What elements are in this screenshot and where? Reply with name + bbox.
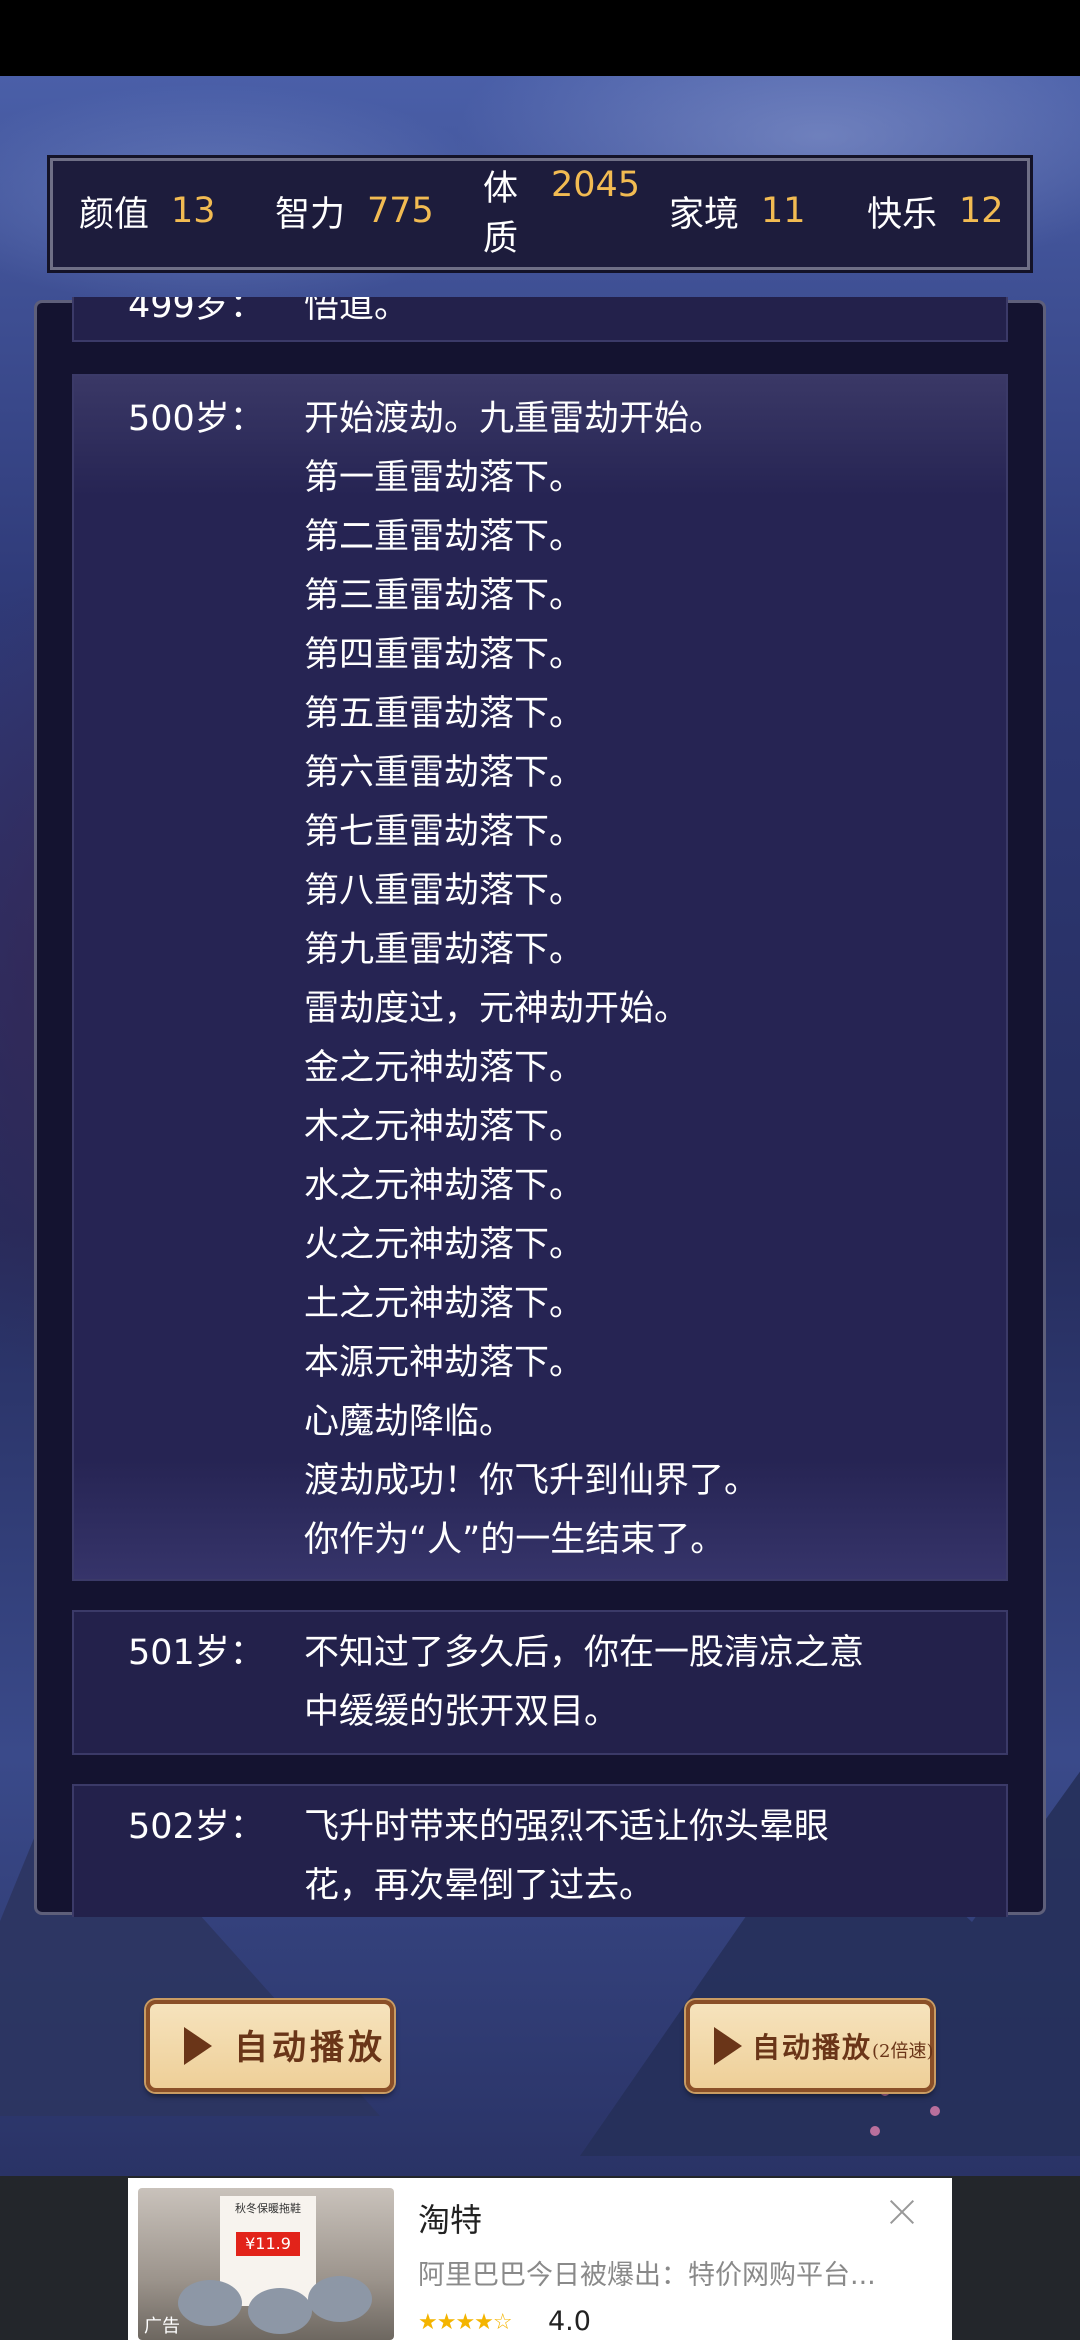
- log-line: 第四重雷劫落下。: [304, 635, 585, 675]
- stat-label-appearance: 颜值: [79, 195, 150, 235]
- log-line: 第六重雷劫落下。: [304, 753, 585, 793]
- log-entry: 502岁： 飞升时带来的强烈不适让你头晕眼 花，再次晕倒了过去。: [72, 1784, 1008, 1917]
- log-entry-age: 501岁：: [128, 1633, 265, 1673]
- attribute-stats-bar: 颜值 13 智力 775 体 质 2045 家境 11 快乐 12: [50, 158, 1030, 270]
- stat-label-constitution-2: 质: [483, 219, 519, 259]
- log-line: 渡劫成功！你飞升到仙界了。: [304, 1461, 760, 1501]
- stat-label-happiness: 快乐: [867, 195, 938, 235]
- log-entry-age: 500岁：: [128, 399, 265, 439]
- log-line: 花，再次晕倒了过去。: [304, 1866, 655, 1906]
- log-entry-text: 飞升时带来的强烈不适让你头晕眼 花，再次晕倒了过去。: [304, 1798, 966, 1916]
- ad-title: 淘特: [418, 2201, 483, 2239]
- stat-label-family: 家境: [669, 195, 740, 235]
- play-icon: [714, 2027, 742, 2065]
- play-icon: [184, 2027, 212, 2065]
- slipper-image: [248, 2288, 312, 2334]
- log-line: 雷劫度过，元神劫开始。: [304, 989, 690, 1029]
- log-line: 第八重雷劫落下。: [304, 871, 585, 911]
- stat-value-intelligence: 775: [367, 191, 434, 231]
- stat-value-happiness: 12: [959, 191, 1004, 231]
- log-entry-current: 500岁： 开始渡劫。九重雷劫开始。 第一重雷劫落下。 第二重雷劫落下。 第三重…: [72, 374, 1008, 1581]
- log-entry-text: 不知过了多久后，你在一股清凉之意 中缓缓的张开双目。: [304, 1624, 966, 1742]
- log-line: 飞升时带来的强烈不适让你头晕眼: [304, 1807, 830, 1847]
- log-line: 你作为“人”的一生结束了。: [304, 1520, 726, 1560]
- ad-thumb-text: 秋冬保暖拖鞋: [235, 2202, 301, 2215]
- autoplay-fast-label: 自动播放: [752, 2031, 873, 2064]
- stat-label-constitution: 体: [483, 169, 519, 209]
- log-line: 第五重雷劫落下。: [304, 694, 585, 734]
- log-line: 第九重雷劫落下。: [304, 930, 585, 970]
- stat-value-constitution: 2045: [551, 165, 641, 205]
- blossom-decoration: [930, 2106, 940, 2116]
- log-line: 第一重雷劫落下。: [304, 458, 585, 498]
- log-line: 心魔劫降临。: [304, 1402, 515, 1442]
- log-line: 土之元神劫落下。: [304, 1284, 585, 1324]
- log-line: 金之元神劫落下。: [304, 1048, 585, 1088]
- log-line: 中缓缓的张开双目。: [304, 1692, 620, 1732]
- autoplay-label: 自动播放: [234, 2028, 386, 2068]
- log-line: 不知过了多久后，你在一股清凉之意: [304, 1633, 865, 1673]
- ad-thumb-price: ¥11.9: [236, 2232, 300, 2256]
- ad-star-rating: ★★★★☆: [418, 2310, 513, 2335]
- life-log-scroll[interactable]: 499岁： 悟道。 500岁： 开始渡劫。九重雷劫开始。 第一重雷劫落下。 第二…: [72, 297, 1008, 1917]
- ad-description: 阿里巴巴今日被爆出：特价网购平台...: [418, 2260, 876, 2291]
- log-line: 第七重雷劫落下。: [304, 812, 585, 852]
- ad-card[interactable]: 秋冬保暖拖鞋 ¥11.9 广告 淘特 阿里巴巴今日被爆出：特价网购平台... ★…: [128, 2178, 952, 2340]
- log-line: 木之元神劫落下。: [304, 1107, 585, 1147]
- log-line: 第二重雷劫落下。: [304, 517, 585, 557]
- log-entry-age: 499岁：: [128, 297, 265, 326]
- status-bar: [0, 0, 1080, 76]
- log-entry-age: 502岁：: [128, 1807, 265, 1847]
- ad-rating-value: 4.0: [548, 2306, 591, 2337]
- ad-label: 广告: [144, 2316, 180, 2337]
- autoplay-fast-text: 自动播放(2倍速): [752, 2026, 934, 2074]
- log-entry: 499岁： 悟道。: [72, 297, 1008, 342]
- slipper-image: [308, 2276, 372, 2322]
- autoplay-button[interactable]: 自动播放: [146, 2000, 394, 2092]
- log-entry: 501岁： 不知过了多久后，你在一股清凉之意 中缓缓的张开双目。: [72, 1610, 1008, 1755]
- log-line: 水之元神劫落下。: [304, 1166, 585, 1206]
- autoplay-fast-button[interactable]: 自动播放(2倍速): [686, 2000, 934, 2092]
- slipper-image: [178, 2280, 242, 2326]
- ad-thumbnail: 秋冬保暖拖鞋 ¥11.9 广告: [138, 2188, 394, 2340]
- log-line: 第三重雷劫落下。: [304, 576, 585, 616]
- log-line: 本源元神劫落下。: [304, 1343, 585, 1383]
- autoplay-fast-speed-label: (2倍速): [872, 2041, 934, 2062]
- stat-value-appearance: 13: [171, 191, 216, 231]
- stat-value-family: 11: [761, 191, 806, 231]
- log-line: 开始渡劫。九重雷劫开始。: [304, 399, 725, 439]
- blossom-decoration: [870, 2126, 880, 2136]
- log-line: 火之元神劫落下。: [304, 1225, 585, 1265]
- close-icon[interactable]: [888, 2198, 916, 2226]
- stat-label-intelligence: 智力: [275, 195, 346, 235]
- log-line: 悟道。: [304, 297, 410, 326]
- log-entry-text: 悟道。: [304, 297, 966, 336]
- log-entry-text: 开始渡劫。九重雷劫开始。 第一重雷劫落下。 第二重雷劫落下。 第三重雷劫落下。 …: [304, 390, 966, 1570]
